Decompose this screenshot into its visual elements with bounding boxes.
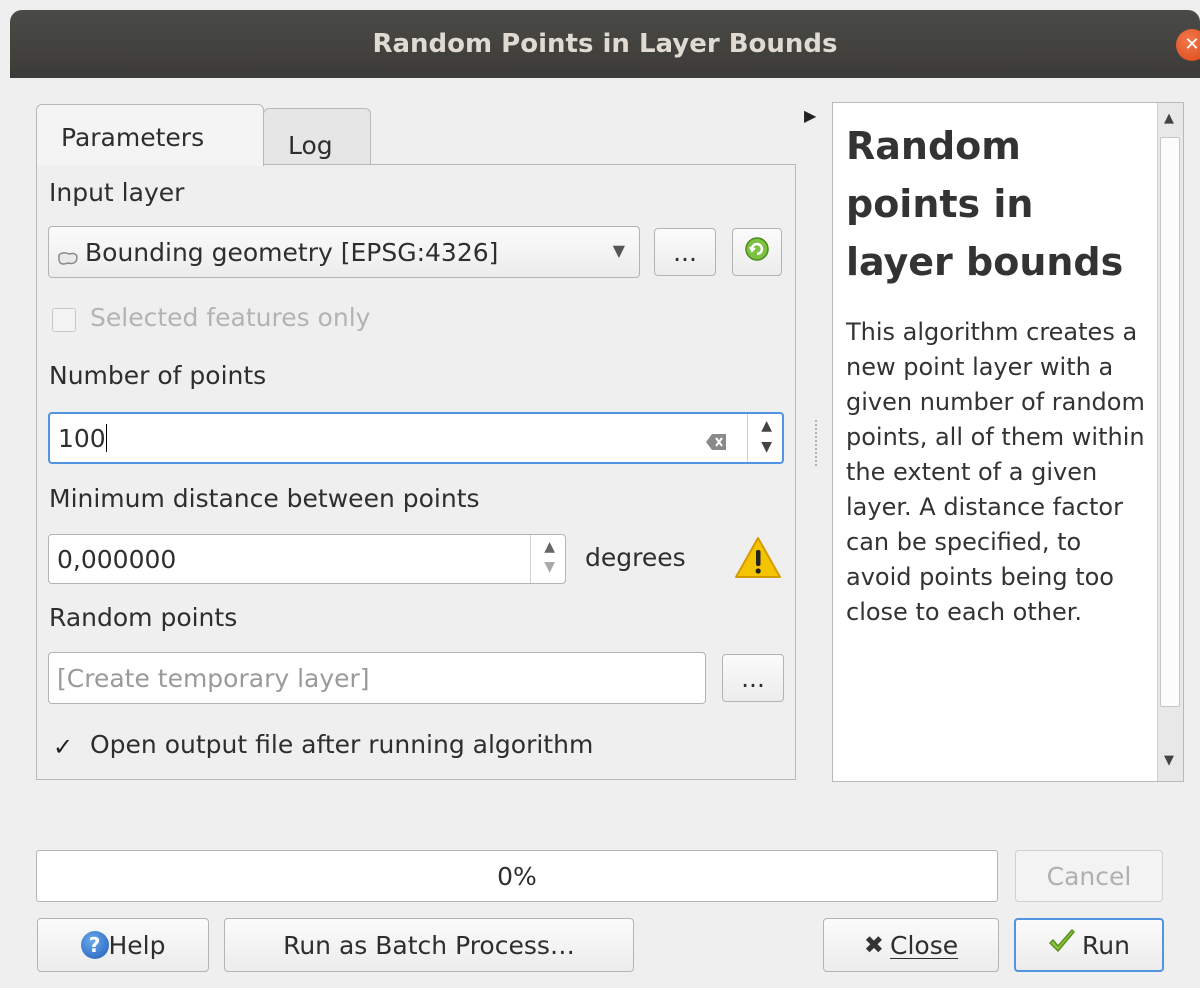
- browse-label: ...: [673, 237, 697, 267]
- input-layer-value: Bounding geometry [EPSG:4326]: [85, 237, 499, 267]
- spin-up-icon[interactable]: ▲: [761, 418, 772, 434]
- help-title: Random points in layer bounds: [846, 124, 1124, 284]
- browse-label: ...: [741, 663, 765, 693]
- output-layer-input[interactable]: [Create temporary layer]: [48, 652, 706, 704]
- help-body: This algorithm creates a new point layer…: [846, 318, 1145, 626]
- tab-log-label: Log: [288, 131, 333, 160]
- title-bar: Random Points in Layer Bounds ✕: [10, 10, 1200, 78]
- scroll-up-icon[interactable]: ▲: [1164, 111, 1174, 126]
- output-browse-button[interactable]: ...: [722, 654, 784, 702]
- input-layer-browse-button[interactable]: ...: [654, 228, 716, 276]
- warning-icon: [733, 535, 783, 585]
- selected-features-checkbox[interactable]: [52, 308, 76, 332]
- text-cursor: [105, 424, 107, 452]
- input-layer-label: Input layer: [49, 178, 185, 207]
- window-title: Random Points in Layer Bounds: [372, 29, 838, 59]
- close-label: Close: [890, 930, 959, 960]
- help-button[interactable]: ? Help: [37, 918, 209, 972]
- input-layer-select[interactable]: Bounding geometry [EPSG:4326] ▼: [48, 226, 640, 278]
- clear-icon[interactable]: [706, 428, 728, 457]
- run-batch-label: Run as Batch Process…: [283, 930, 575, 960]
- polygon-layer-icon: [57, 244, 79, 265]
- progress-text: 0%: [497, 861, 537, 891]
- tab-parameters[interactable]: Parameters: [36, 104, 264, 166]
- min-distance-value: 0,000000: [57, 544, 177, 574]
- chevron-down-icon: ▼: [612, 241, 625, 260]
- min-distance-input[interactable]: 0,000000 ▲ ▼: [48, 534, 566, 584]
- tab-parameters-label: Parameters: [61, 123, 205, 152]
- scroll-down-icon[interactable]: ▼: [1164, 753, 1174, 768]
- tab-log[interactable]: Log: [263, 108, 371, 164]
- number-of-points-label: Number of points: [49, 361, 267, 390]
- help-scrollbar[interactable]: ▲ ▼: [1157, 103, 1183, 781]
- min-distance-label: Minimum distance between points: [49, 484, 480, 513]
- cancel-button[interactable]: Cancel: [1015, 850, 1163, 902]
- number-of-points-value: 100: [58, 423, 106, 453]
- checkmark-icon: [1048, 929, 1076, 961]
- cancel-label: Cancel: [1046, 861, 1132, 891]
- spin-divider: [747, 414, 748, 462]
- distance-unit-label: degrees: [585, 543, 686, 572]
- run-label: Run: [1082, 930, 1130, 960]
- scrollbar-thumb[interactable]: [1160, 137, 1180, 707]
- progress-bar: 0%: [36, 850, 998, 902]
- iterate-refresh-button[interactable]: [732, 228, 782, 276]
- close-button[interactable]: ✖ Close: [823, 918, 999, 972]
- splitter-handle[interactable]: [815, 420, 817, 466]
- random-points-label: Random points: [49, 603, 238, 632]
- selected-features-label: Selected features only: [90, 303, 371, 332]
- help-icon: ?: [80, 931, 109, 959]
- help-button-label: Help: [108, 930, 166, 960]
- run-button[interactable]: Run: [1014, 918, 1164, 972]
- output-layer-placeholder: [Create temporary layer]: [57, 663, 370, 693]
- open-output-checkbox[interactable]: ✓: [50, 734, 76, 760]
- refresh-icon: [744, 236, 770, 268]
- window-close-button[interactable]: ✕: [1176, 29, 1200, 61]
- open-output-label: Open output file after running algorithm: [90, 730, 594, 759]
- help-panel: Random points in layer bounds This algor…: [832, 102, 1184, 782]
- collapse-arrow-icon[interactable]: ▶: [804, 106, 816, 125]
- spin-divider: [530, 535, 531, 583]
- spin-down-icon[interactable]: ▼: [761, 439, 772, 455]
- spin-down-icon[interactable]: ▼: [544, 559, 555, 575]
- close-icon: ✖: [863, 931, 884, 959]
- spin-up-icon[interactable]: ▲: [544, 539, 555, 555]
- run-batch-button[interactable]: Run as Batch Process…: [224, 918, 634, 972]
- number-of-points-input[interactable]: 100 ▲ ▼: [48, 412, 784, 464]
